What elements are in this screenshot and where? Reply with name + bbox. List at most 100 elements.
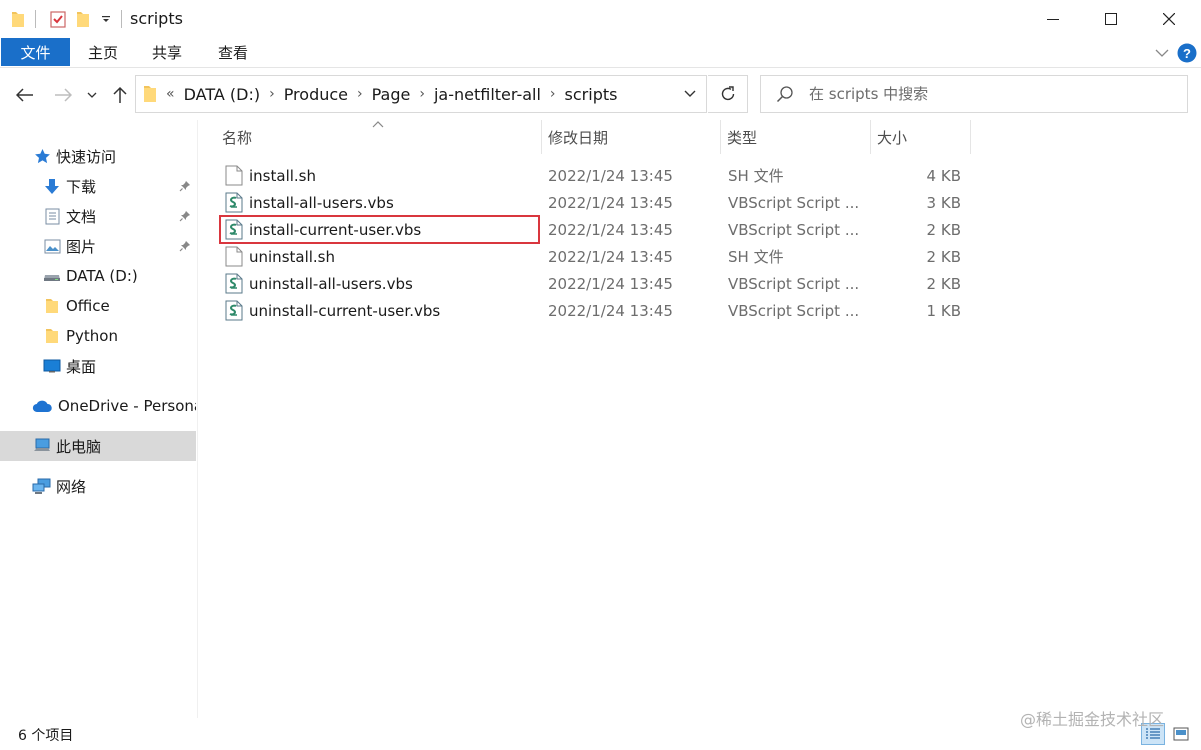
file-row[interactable]: uninstall.sh 2022/1/24 13:45 SH 文件 2 KB xyxy=(218,243,978,270)
properties-icon[interactable] xyxy=(48,8,68,30)
up-arrow-icon xyxy=(113,86,127,103)
forward-arrow-icon xyxy=(55,88,72,102)
vbs-file-icon xyxy=(225,300,243,321)
chevron-down-icon xyxy=(87,92,97,98)
vbs-file-icon xyxy=(225,273,243,294)
sidebar-item-documents[interactable]: 文档 xyxy=(0,201,196,231)
sidebar-item-label: 文档 xyxy=(66,207,97,226)
tab-view[interactable]: 查看 xyxy=(202,38,264,66)
up-button[interactable] xyxy=(107,82,133,108)
pin-icon[interactable] xyxy=(178,209,192,223)
breadcrumb-separator-icon[interactable]: › xyxy=(352,86,368,102)
sh-file-icon xyxy=(225,246,243,267)
pin-icon[interactable] xyxy=(178,179,192,193)
sidebar-item-pictures[interactable]: 图片 xyxy=(0,231,196,261)
search-box[interactable] xyxy=(760,75,1188,113)
vbs-file-icon xyxy=(225,219,243,240)
file-row[interactable]: install.sh 2022/1/24 13:45 SH 文件 4 KB xyxy=(218,162,978,189)
back-arrow-icon xyxy=(16,88,33,102)
folder-icon xyxy=(144,85,156,103)
sidebar-item-onedrive[interactable]: OneDrive - Persona xyxy=(0,391,196,421)
folder-icon[interactable] xyxy=(9,8,27,30)
window-title: scripts xyxy=(130,9,183,28)
close-icon xyxy=(1163,13,1175,25)
file-date: 2022/1/24 13:45 xyxy=(548,166,673,185)
expand-ribbon-icon[interactable] xyxy=(1152,41,1172,65)
column-header-date[interactable]: 修改日期 xyxy=(548,120,718,154)
maximize-icon xyxy=(1105,13,1117,25)
file-date: 2022/1/24 13:45 xyxy=(548,274,673,293)
sidebar-item-desktop[interactable]: 桌面 xyxy=(0,351,196,381)
refresh-button[interactable] xyxy=(708,75,748,113)
column-header-type[interactable]: 类型 xyxy=(727,120,867,154)
breadcrumb-scripts[interactable]: scripts xyxy=(561,85,622,104)
sidebar-item-label: 快速访问 xyxy=(56,147,117,166)
large-icons-view-icon xyxy=(1173,727,1189,741)
file-name[interactable]: uninstall.sh xyxy=(249,243,335,270)
tab-home[interactable]: 主页 xyxy=(72,38,134,66)
file-size: 1 KB xyxy=(926,301,961,320)
file-date: 2022/1/24 13:45 xyxy=(548,301,673,320)
file-size: 2 KB xyxy=(926,247,961,266)
file-size: 2 KB xyxy=(926,274,961,293)
sidebar-item-this-pc[interactable]: 此电脑 xyxy=(0,431,196,461)
new-folder-icon[interactable] xyxy=(74,8,92,30)
breadcrumb-produce[interactable]: Produce xyxy=(280,85,352,104)
help-icon[interactable]: ? xyxy=(1176,41,1198,65)
sidebar-item-data-drive[interactable]: DATA (D:) xyxy=(0,261,196,291)
maximize-button[interactable] xyxy=(1082,0,1140,38)
file-name[interactable]: uninstall-current-user.vbs xyxy=(249,297,440,324)
pin-icon[interactable] xyxy=(178,239,192,253)
sidebar-item-label: OneDrive - Persona xyxy=(58,397,196,415)
file-row[interactable]: install-current-user.vbs 2022/1/24 13:45 V… xyxy=(218,216,978,243)
sidebar-item-downloads[interactable]: 下载 xyxy=(0,171,196,201)
file-row[interactable]: install-all-users.vbs 2022/1/24 13:45 VBSc… xyxy=(218,189,978,216)
search-input[interactable] xyxy=(809,76,1179,112)
tab-file[interactable]: 文件 xyxy=(1,38,70,66)
address-history-icon[interactable] xyxy=(680,84,700,104)
vbs-file-icon xyxy=(225,192,243,213)
sidebar-item-python[interactable]: Python xyxy=(0,321,196,351)
large-icons-view-button[interactable] xyxy=(1169,723,1193,745)
title-bar: scripts xyxy=(0,0,1201,38)
file-size: 3 KB xyxy=(926,193,961,212)
file-row[interactable]: uninstall-current-user.vbs 2022/1/24 13:4… xyxy=(218,297,978,324)
picture-icon xyxy=(43,237,61,255)
sidebar-item-network[interactable]: 网络 xyxy=(0,471,196,501)
sort-ascending-icon xyxy=(372,121,384,128)
refresh-icon xyxy=(721,86,734,101)
close-button[interactable] xyxy=(1140,0,1198,38)
tab-share[interactable]: 共享 xyxy=(136,38,198,66)
file-type: SH 文件 xyxy=(728,248,784,266)
desktop-icon xyxy=(43,357,61,375)
file-name[interactable]: install-all-users.vbs xyxy=(249,189,394,216)
minimize-button[interactable] xyxy=(1024,0,1082,38)
breadcrumb-overflow[interactable]: « xyxy=(166,86,180,102)
address-bar[interactable]: « DATA (D:) › Produce › Page › ja-netfil… xyxy=(135,75,707,113)
sidebar-item-label: DATA (D:) xyxy=(66,267,138,285)
file-row[interactable]: uninstall-all-users.vbs 2022/1/24 13:45 VB… xyxy=(218,270,978,297)
file-size: 2 KB xyxy=(926,220,961,239)
breadcrumb-ja-netfilter-all[interactable]: ja-netfilter-all xyxy=(430,85,545,104)
computer-icon xyxy=(33,437,51,455)
breadcrumb-page[interactable]: Page xyxy=(368,85,415,104)
file-name[interactable]: install-current-user.vbs xyxy=(249,216,421,243)
customize-toolbar-icon[interactable] xyxy=(98,8,114,30)
back-button[interactable] xyxy=(12,82,38,108)
breadcrumb-separator-icon[interactable]: › xyxy=(414,86,430,102)
svg-text:?: ? xyxy=(1183,46,1191,61)
file-name[interactable]: uninstall-all-users.vbs xyxy=(249,270,413,297)
breadcrumb-separator-icon[interactable]: › xyxy=(545,86,561,102)
breadcrumb-separator-icon[interactable]: › xyxy=(264,86,280,102)
file-type: VBScript Script ... xyxy=(728,301,860,320)
forward-button[interactable] xyxy=(50,82,76,108)
sidebar-item-quick-access[interactable]: 快速访问 xyxy=(0,141,196,171)
recent-locations-button[interactable] xyxy=(82,82,102,108)
file-name[interactable]: install.sh xyxy=(249,162,316,189)
file-date: 2022/1/24 13:45 xyxy=(548,220,673,239)
watermark: @稀土掘金技术社区 xyxy=(1020,710,1165,729)
item-count: 6 个项目 xyxy=(18,728,74,744)
breadcrumb-drive[interactable]: DATA (D:) xyxy=(180,85,265,104)
sidebar-item-office[interactable]: Office xyxy=(0,291,196,321)
column-header-size[interactable]: 大小 xyxy=(877,120,967,154)
